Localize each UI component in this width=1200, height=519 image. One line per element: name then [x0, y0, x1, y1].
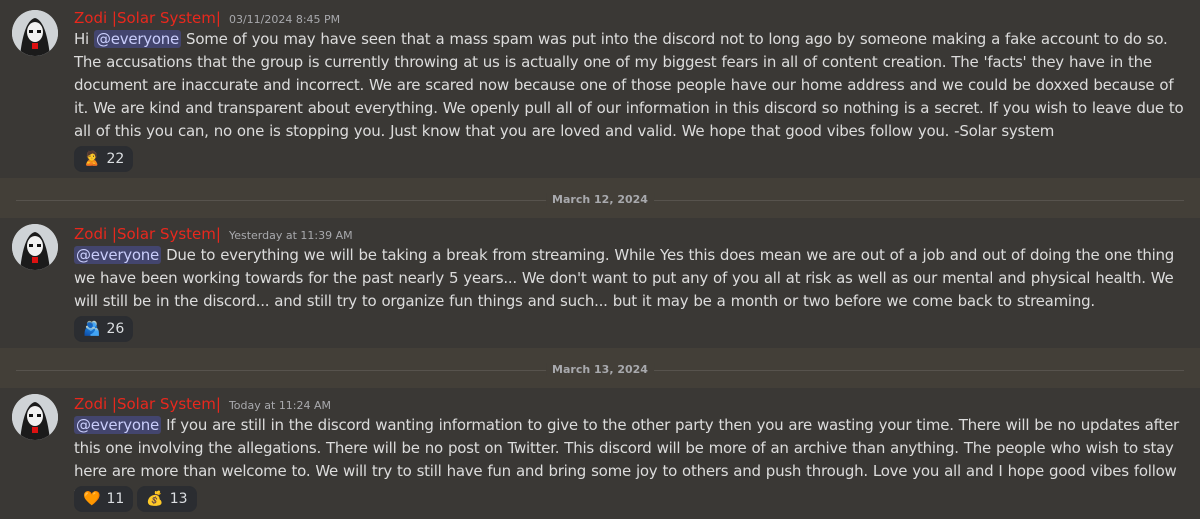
timestamp[interactable]: Yesterday at 11:39 AM — [229, 229, 353, 242]
message-feed: Zodi |Solar System| 03/11/2024 8:45 PM Hi… — [0, 0, 1200, 519]
message: Zodi |Solar System| Yesterday at 11:39 AM… — [0, 218, 1200, 348]
reaction-emoji: 🫂 — [83, 321, 101, 337]
reactions: 🧡 11 💰 13 — [74, 486, 197, 512]
message-text: Some of you may have seen that a mass sp… — [74, 30, 1184, 140]
reaction-emoji: 🧡 — [83, 491, 101, 507]
message-content: Hi @everyone Some of you may have seen t… — [74, 28, 1192, 143]
message-header: Zodi |Solar System| Yesterday at 11:39 AM — [74, 224, 353, 243]
message-header: Zodi |Solar System| 03/11/2024 8:45 PM — [74, 8, 340, 27]
message-content: @everyone If you are still in the discor… — [74, 414, 1192, 506]
reaction-count: 22 — [106, 151, 125, 167]
message-text: If you are still in the discord wanting … — [74, 416, 1179, 503]
mention[interactable]: @everyone — [74, 416, 162, 434]
mention[interactable]: @everyone — [74, 246, 162, 264]
reaction-emoji: 💰 — [146, 491, 164, 507]
message-text: Due to everything we will be taking a br… — [74, 246, 1175, 310]
message-header: Zodi |Solar System| Today at 11:24 AM — [74, 394, 331, 413]
reaction-count: 13 — [169, 491, 188, 507]
avatar[interactable] — [12, 394, 58, 440]
timestamp[interactable]: 03/11/2024 8:45 PM — [229, 13, 340, 26]
reactions: 🫂 26 — [74, 316, 134, 342]
date-divider-label: March 12, 2024 — [546, 193, 654, 206]
reaction[interactable]: 🫂 26 — [74, 316, 134, 342]
mention[interactable]: @everyone — [93, 30, 182, 48]
reaction-count: 26 — [106, 321, 125, 337]
timestamp[interactable]: Today at 11:24 AM — [229, 399, 331, 412]
message-content: @everyone Due to everything we will be t… — [74, 244, 1192, 313]
reaction-count: 11 — [106, 491, 125, 507]
author-name[interactable]: Zodi |Solar System| — [74, 395, 221, 413]
greeting: Hi — [74, 30, 89, 48]
reaction[interactable]: 🧡 11 — [74, 486, 134, 512]
date-divider-label: March 13, 2024 — [546, 363, 654, 376]
author-name[interactable]: Zodi |Solar System| — [74, 9, 221, 27]
reaction[interactable]: 💰 13 — [137, 486, 197, 512]
date-divider: March 12, 2024 — [0, 187, 1200, 215]
avatar[interactable] — [12, 224, 58, 270]
message: Zodi |Solar System| Today at 11:24 AM @ev… — [0, 388, 1200, 519]
message: Zodi |Solar System| 03/11/2024 8:45 PM Hi… — [0, 0, 1200, 178]
author-name[interactable]: Zodi |Solar System| — [74, 225, 221, 243]
avatar[interactable] — [12, 10, 58, 56]
reactions: 🙎 22 — [74, 146, 134, 172]
date-divider: March 13, 2024 — [0, 357, 1200, 385]
reaction[interactable]: 🙎 22 — [74, 146, 134, 172]
reaction-emoji: 🙎 — [83, 151, 101, 167]
